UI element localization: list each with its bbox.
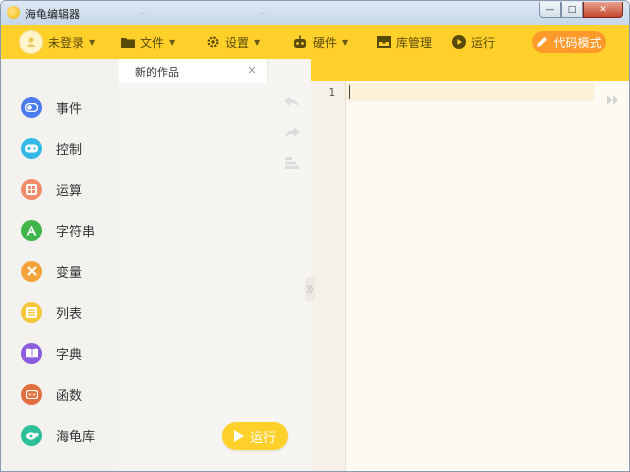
line-number: 1 (328, 86, 335, 99)
category-dictionaries[interactable]: 字典 (1, 333, 119, 373)
gear-icon (206, 35, 220, 49)
hardware-menu[interactable]: 硬件 ▼ (292, 25, 348, 59)
close-button[interactable]: ✕ (583, 2, 623, 18)
file-tab[interactable]: 新的作品 × (119, 59, 268, 83)
toolbar-run-label: 运行 (471, 35, 496, 50)
function-icon (21, 383, 42, 405)
category-label: 事件 (56, 101, 83, 117)
library-manager-button[interactable]: 库管理 (377, 25, 432, 59)
category-functions[interactable]: 函数 (1, 374, 119, 414)
settings-label: 设置 (225, 35, 250, 50)
file-menu[interactable]: 文件 ▼ (121, 25, 175, 59)
chevron-down-icon: ▼ (254, 37, 261, 47)
toggle-icon (21, 96, 42, 118)
close-icon[interactable]: × (247, 63, 257, 77)
toolbar-run-button[interactable]: 运行 (452, 25, 495, 59)
redo-icon[interactable] (282, 123, 302, 143)
inbox-icon (377, 36, 391, 48)
file-tab-label: 新的作品 (135, 66, 179, 79)
code-mode-button[interactable]: 代码模式 (532, 31, 606, 53)
category-label: 函数 (56, 388, 83, 404)
chevron-down-icon: ▼ (342, 37, 349, 47)
category-label: 字典 (56, 347, 83, 363)
blocks-workspace[interactable]: 新的作品 × (119, 59, 311, 471)
run-button-label: 运行 (249, 430, 276, 446)
category-label: 海龟库 (56, 429, 96, 445)
background-window-text: ... (139, 6, 149, 17)
background-window-text: ... (259, 6, 269, 17)
app-logo-icon (7, 6, 20, 19)
maximize-button[interactable]: □ (561, 2, 583, 18)
play-circle-icon (452, 35, 466, 49)
x-variable-icon (21, 260, 42, 282)
line-number-gutter: 1 (311, 81, 346, 471)
undo-icon[interactable] (282, 92, 302, 112)
folder-icon (121, 36, 135, 48)
run-button[interactable]: 运行 (222, 422, 288, 450)
category-panel: 事件 控制 运算 字符串 变量 列表 字典 函数 海龟库 (1, 59, 120, 471)
list-icon (21, 301, 42, 323)
login-label: 未登录 (48, 35, 85, 50)
chevron-down-icon: ▼ (169, 37, 176, 47)
login-menu[interactable]: 未登录 ▼ (19, 25, 95, 59)
category-events[interactable]: 事件 (1, 87, 119, 127)
category-turtle-library[interactable]: 海龟库 (1, 415, 119, 455)
category-variables[interactable]: 变量 (1, 251, 119, 291)
window-controls: — □ ✕ (539, 2, 623, 18)
category-label: 字符串 (56, 224, 96, 240)
double-chevron-right-icon[interactable] (607, 95, 619, 108)
category-label: 控制 (56, 142, 83, 158)
library-manager-label: 库管理 (396, 35, 433, 50)
avatar-icon (19, 30, 43, 54)
category-operators[interactable]: 运算 (1, 169, 119, 209)
minimize-button[interactable]: — (539, 2, 561, 18)
category-label: 变量 (56, 265, 83, 281)
align-icon[interactable] (282, 153, 302, 173)
category-label: 运算 (56, 183, 83, 199)
turtle-icon (21, 424, 42, 446)
panel-resize-handle[interactable] (305, 277, 315, 301)
category-lists[interactable]: 列表 (1, 292, 119, 332)
play-icon (233, 430, 244, 442)
hardware-label: 硬件 (313, 35, 338, 50)
category-control[interactable]: 控制 (1, 128, 119, 168)
book-icon (21, 342, 42, 364)
letter-a-icon (21, 219, 42, 241)
file-label: 文件 (140, 35, 165, 50)
app-window: 海龟编辑器 ... ... — □ ✕ 未登录 ▼ 文件 ▼ 设置 ▼ 硬件 ▼… (0, 0, 630, 472)
category-strings[interactable]: 字符串 (1, 210, 119, 250)
code-editor[interactable] (346, 81, 629, 471)
active-line-highlight (346, 83, 594, 101)
grip-icon (307, 285, 313, 293)
pencil-icon (537, 37, 548, 47)
code-mode-label: 代码模式 (553, 35, 602, 50)
editor-header-band (311, 59, 629, 81)
text-cursor (349, 85, 350, 99)
window-title: 海龟编辑器 (25, 8, 80, 21)
calculator-icon (21, 178, 42, 200)
category-label: 列表 (56, 306, 83, 322)
chevron-down-icon: ▼ (89, 37, 96, 47)
gamepad-icon (21, 137, 42, 159)
title-bar: 海龟编辑器 ... ... — □ ✕ (1, 1, 629, 25)
robot-icon (292, 35, 308, 49)
settings-menu[interactable]: 设置 ▼ (206, 25, 260, 59)
